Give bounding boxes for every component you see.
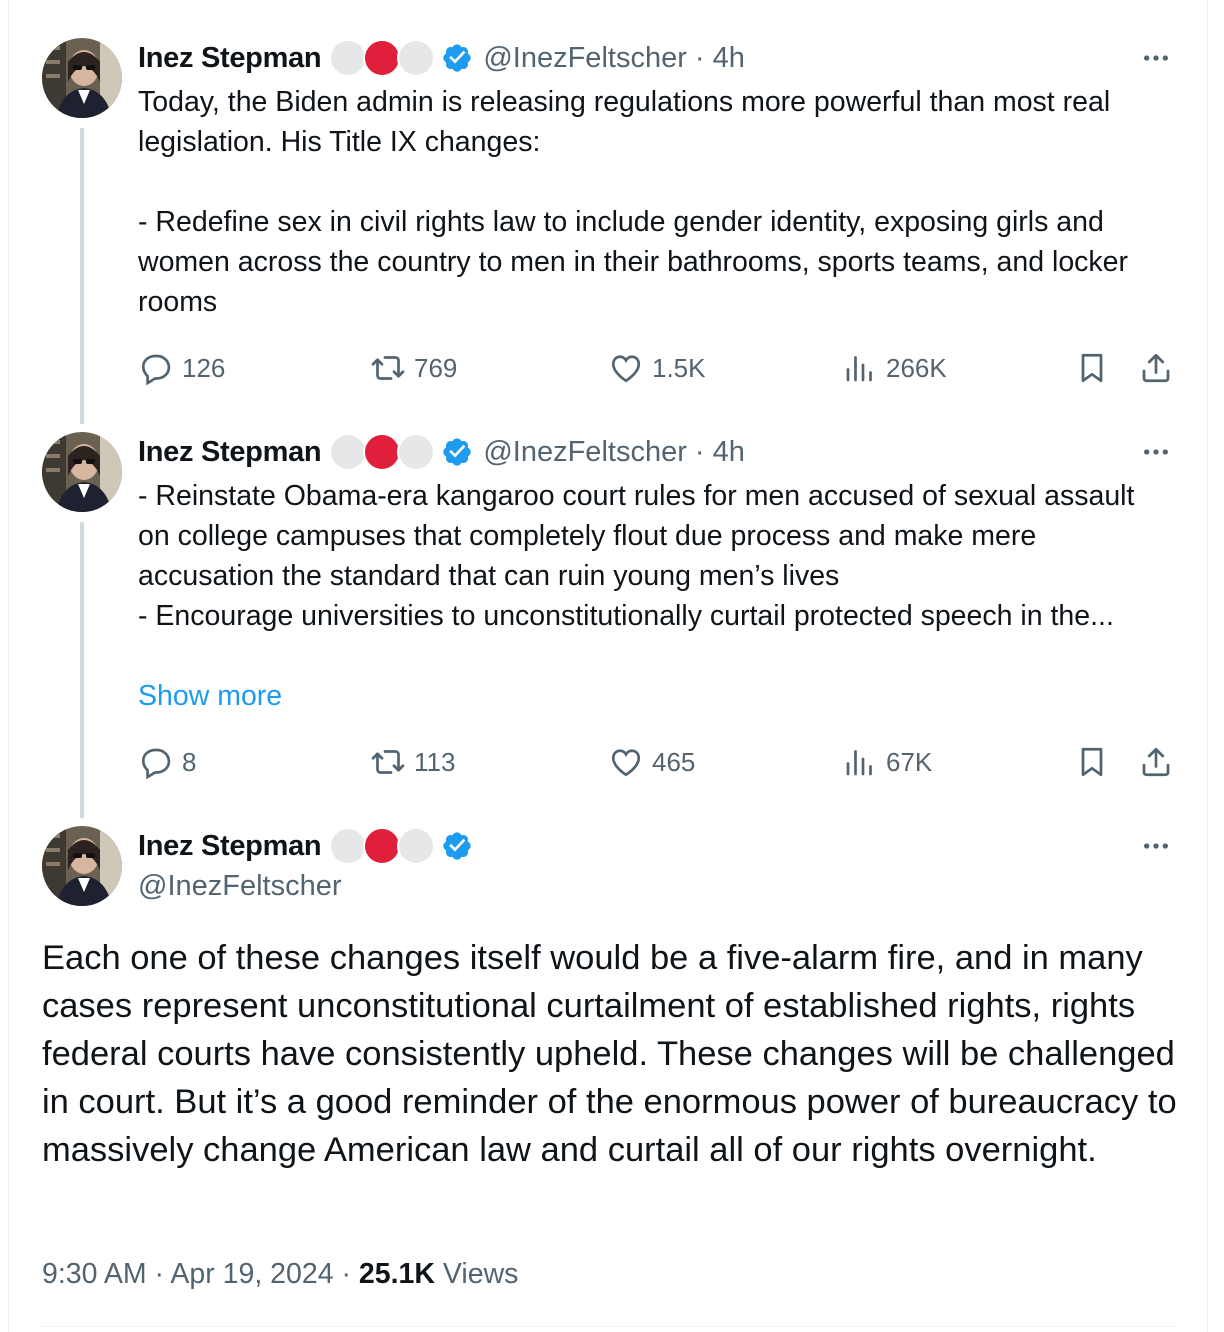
views-count: 266K xyxy=(886,352,947,383)
tweet-text: Each one of these changes itself would b… xyxy=(42,939,1187,1169)
grey-dot-icon xyxy=(397,827,436,865)
bookmark-button[interactable] xyxy=(1074,742,1110,782)
handle[interactable]: @InezFeltscher xyxy=(483,42,687,75)
reply-count: 8 xyxy=(182,746,197,777)
views-icon xyxy=(846,750,872,776)
share-icon xyxy=(1142,747,1170,777)
reply-button[interactable]: 126 xyxy=(138,348,225,388)
grey-dot-icon xyxy=(329,433,368,471)
action-bar: 8 113 465 67K xyxy=(138,742,1178,782)
repost-button[interactable]: 113 xyxy=(370,742,455,782)
flag-dots xyxy=(329,433,436,471)
avatar[interactable] xyxy=(42,826,122,906)
like-icon xyxy=(611,749,641,777)
display-name[interactable]: Inez Stepman xyxy=(138,436,322,469)
bookmark-button[interactable] xyxy=(1074,348,1110,388)
tweet-header: Inez Stepman @InezFeltscher · 4h xyxy=(138,432,745,472)
timestamp[interactable]: · 4h xyxy=(695,436,745,469)
red-dot-icon xyxy=(363,827,402,865)
verified-badge-icon xyxy=(443,438,472,466)
like-button[interactable]: 1.5K xyxy=(608,348,706,388)
post-date[interactable]: Apr 19, 2024 xyxy=(170,1258,333,1290)
repost-count: 769 xyxy=(414,352,458,383)
avatar[interactable] xyxy=(42,38,122,118)
flag-dots xyxy=(329,827,436,865)
reply-button[interactable]: 8 xyxy=(138,742,196,782)
bookmark-icon xyxy=(1081,747,1103,777)
like-count: 1.5K xyxy=(652,352,706,383)
like-count: 465 xyxy=(652,746,696,777)
thread-line xyxy=(80,128,84,424)
views-count: 25.1K xyxy=(358,1258,435,1290)
action-bar: 126 769 1.5K 266K xyxy=(138,348,1178,388)
timestamp[interactable]: · 4h xyxy=(695,42,745,75)
flag-dots xyxy=(329,39,436,77)
tweet-text: - Reinstate Obama-era kangaroo court rul… xyxy=(138,480,1135,632)
repost-icon xyxy=(371,356,405,380)
tweet-text: Today, the Biden admin is releasing regu… xyxy=(138,86,1129,318)
display-name[interactable]: Inez Stepman xyxy=(138,830,322,863)
tweet-header: Inez Stepman xyxy=(138,826,473,866)
views-icon xyxy=(846,356,872,382)
show-more-link[interactable]: Show more xyxy=(138,676,282,716)
handle[interactable]: @InezFeltscher xyxy=(483,436,687,469)
repost-button[interactable]: 769 xyxy=(370,348,457,388)
thread-line xyxy=(80,522,84,818)
grey-dot-icon xyxy=(329,39,368,77)
avatar[interactable] xyxy=(42,432,122,512)
post-time[interactable]: 9:30 AM xyxy=(42,1258,147,1290)
share-button[interactable] xyxy=(1138,348,1174,388)
grey-dot-icon xyxy=(397,39,436,77)
tweet-header: Inez Stepman @InezFeltscher · 4h xyxy=(138,38,745,78)
views-label: Views xyxy=(442,1258,519,1290)
more-icon[interactable] xyxy=(1140,830,1172,862)
like-button[interactable]: 465 xyxy=(608,742,695,782)
views-button[interactable]: 67K xyxy=(842,742,932,782)
views-count: 67K xyxy=(886,746,933,777)
divider xyxy=(42,1326,1174,1327)
share-button[interactable] xyxy=(1138,742,1174,782)
handle[interactable]: @InezFeltscher xyxy=(138,866,342,906)
tweet-meta: 9:30 AM · Apr 19, 2024 · 25.1K Views xyxy=(42,1254,518,1294)
repost-count: 113 xyxy=(414,746,456,777)
separator: · xyxy=(341,1258,359,1290)
bookmark-icon xyxy=(1081,353,1103,383)
verified-badge-icon xyxy=(443,832,472,860)
red-dot-icon xyxy=(363,433,402,471)
reply-count: 126 xyxy=(182,352,226,383)
reply-icon xyxy=(141,748,171,780)
more-icon[interactable] xyxy=(1140,436,1172,468)
display-name[interactable]: Inez Stepman xyxy=(138,42,322,75)
like-icon xyxy=(611,355,641,383)
verified-badge-icon xyxy=(443,44,472,72)
repost-icon xyxy=(371,750,405,774)
share-icon xyxy=(1142,353,1170,383)
grey-dot-icon xyxy=(329,827,368,865)
views-button[interactable]: 266K xyxy=(842,348,947,388)
separator: · xyxy=(154,1258,171,1290)
red-dot-icon xyxy=(363,39,402,77)
reply-icon xyxy=(141,354,171,386)
grey-dot-icon xyxy=(397,433,436,471)
more-icon[interactable] xyxy=(1140,42,1172,74)
